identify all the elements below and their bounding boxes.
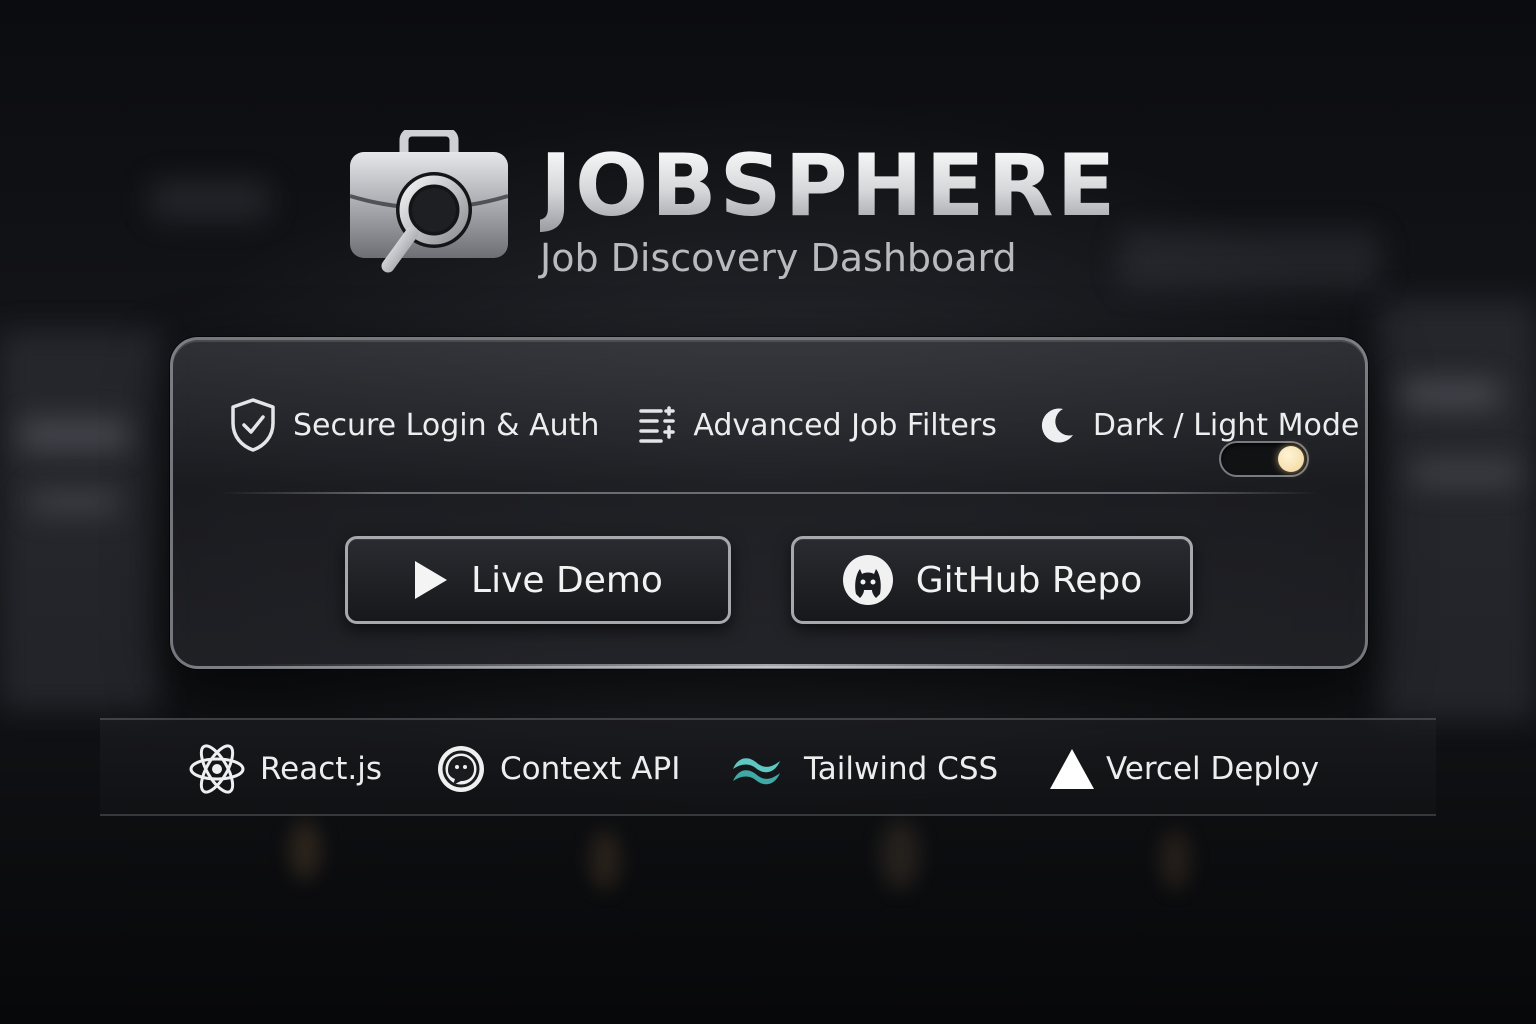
tech-vercel: Vercel Deploy — [1048, 742, 1319, 796]
live-demo-label: Live Demo — [471, 559, 663, 601]
feature-label: Advanced Job Filters — [693, 407, 997, 443]
feature-list: Secure Login & Auth Advanced Job Filters — [229, 390, 1359, 460]
tech-stack-bar: React.js Context API Tailwind CSS Vercel… — [100, 718, 1436, 816]
tech-tailwind: Tailwind CSS — [730, 742, 998, 796]
tailwind-icon — [730, 749, 784, 789]
github-repo-label: GitHub Repo — [915, 559, 1143, 601]
tech-label: Context API — [500, 751, 681, 787]
react-icon — [188, 742, 246, 796]
brand-header: JOBSPHERE Job Discovery Dashboard — [348, 127, 1119, 290]
moon-icon — [1037, 405, 1077, 445]
tech-context-api: Context API — [436, 742, 680, 796]
shield-check-icon — [229, 397, 277, 453]
briefcase-search-icon — [348, 127, 510, 280]
feature-theme-mode: Dark / Light Mode — [1037, 395, 1360, 455]
tech-label: Vercel Deploy — [1106, 751, 1320, 787]
tech-react: React.js — [188, 742, 382, 796]
feature-label: Dark / Light Mode — [1092, 407, 1360, 443]
panel-divider — [219, 492, 1319, 494]
tech-label: Tailwind CSS — [804, 751, 999, 787]
app-title: JOBSPHERE — [540, 136, 1119, 236]
feature-panel: Secure Login & Auth Advanced Job Filters — [170, 337, 1368, 669]
toggle-knob — [1278, 446, 1304, 472]
live-demo-button[interactable]: Live Demo — [345, 536, 731, 624]
tech-label: React.js — [260, 751, 383, 787]
theme-toggle[interactable] — [1219, 441, 1309, 477]
github-repo-button[interactable]: GitHub Repo — [791, 536, 1193, 624]
app-subtitle: Job Discovery Dashboard — [540, 236, 1017, 280]
feature-label: Secure Login & Auth — [293, 407, 600, 443]
vercel-triangle-icon — [1048, 747, 1096, 791]
feature-secure-login: Secure Login & Auth — [229, 395, 599, 455]
feature-job-filters: Advanced Job Filters — [639, 395, 997, 455]
context-api-icon — [436, 744, 486, 794]
play-icon — [413, 559, 449, 601]
filter-list-icon — [639, 405, 677, 445]
github-icon — [842, 554, 894, 606]
